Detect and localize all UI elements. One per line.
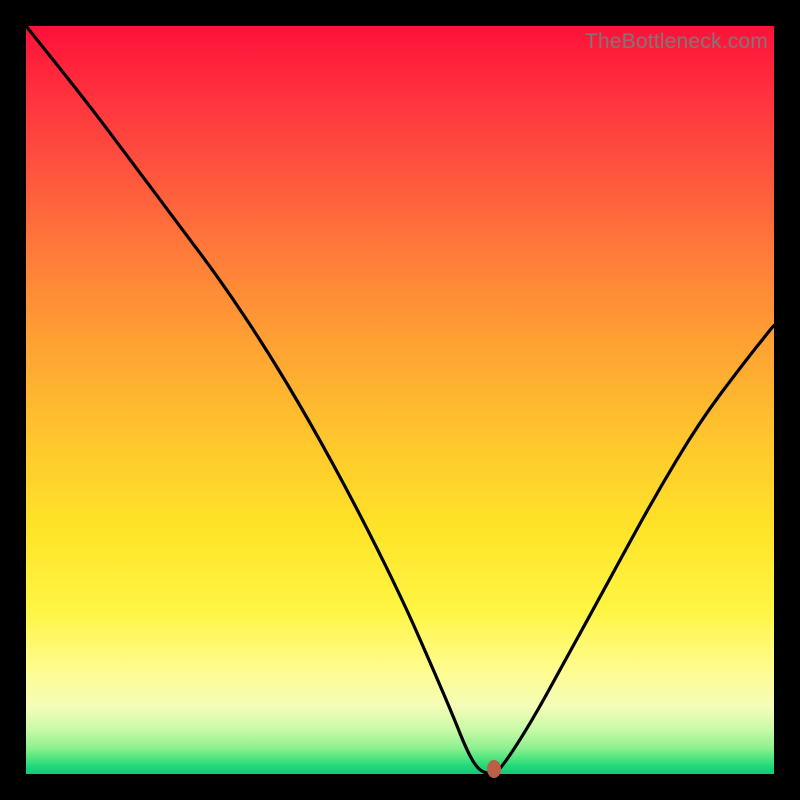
bottleneck-curve	[26, 26, 774, 774]
optimal-point-marker	[487, 760, 501, 778]
curve-path	[26, 26, 774, 774]
plot-area: TheBottleneck.com	[26, 26, 774, 774]
chart-stage: TheBottleneck.com	[0, 0, 800, 800]
